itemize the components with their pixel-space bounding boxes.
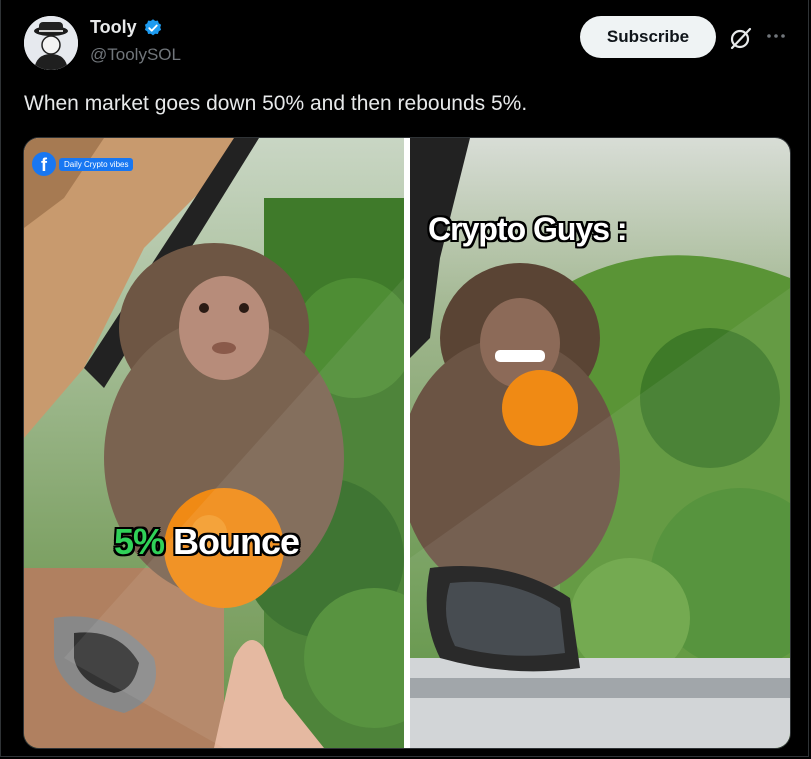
author-handle[interactable]: @ToolySOL (90, 45, 181, 65)
verified-badge-icon[interactable] (143, 18, 163, 38)
left-caption: 5% Bounce (114, 521, 300, 563)
right-caption: Crypto Guys : (428, 211, 628, 247)
watermark-label: Daily Crypto vibes (59, 157, 134, 171)
left-caption-text: Bounce (173, 521, 300, 562)
left-caption-percent: 5% (114, 521, 165, 562)
more-icon[interactable] (764, 24, 788, 48)
facebook-icon: f (32, 152, 56, 176)
left-meme-panel: f Daily Crypto vibes 5% Bounce (24, 138, 404, 748)
right-meme-panel: Crypto Guys : (410, 138, 790, 748)
watermark: f Daily Crypto vibes (32, 152, 134, 176)
author-name-row: Tooly (90, 17, 163, 38)
subscribe-button[interactable]: Subscribe (580, 16, 716, 58)
tweet-image[interactable]: f Daily Crypto vibes 5% Bounce Crypto Gu… (23, 137, 791, 749)
tweet-text: When market goes down 50% and then rebou… (24, 92, 528, 115)
grok-icon[interactable] (728, 25, 754, 51)
avatar[interactable] (24, 16, 78, 70)
author-name[interactable]: Tooly (90, 17, 137, 38)
tweet: Tooly @ToolySOL Subscribe When market go… (0, 0, 809, 757)
